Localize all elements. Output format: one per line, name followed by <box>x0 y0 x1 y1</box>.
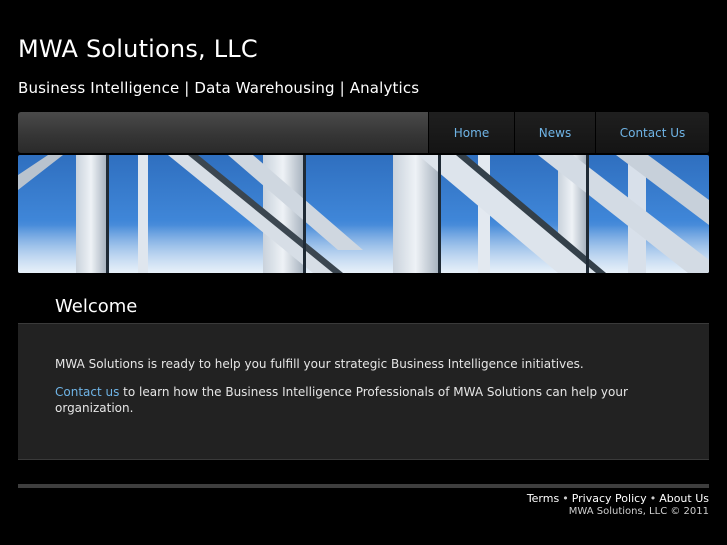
footer-about-us-link[interactable]: About Us <box>659 492 709 505</box>
footer-terms-link[interactable]: Terms <box>527 492 559 505</box>
header-banner-image <box>18 155 709 273</box>
welcome-heading: Welcome <box>55 296 138 317</box>
nav-home-link[interactable]: Home <box>428 112 514 153</box>
contact-paragraph: Contact us to learn how the Business Int… <box>55 384 645 416</box>
nav-contact-us-link[interactable]: Contact Us <box>595 112 709 153</box>
building-facade-image <box>18 155 709 273</box>
contact-us-link[interactable]: Contact us <box>55 385 119 399</box>
footer-separator: • <box>562 492 569 505</box>
footer-separator: • <box>649 492 657 505</box>
footer-privacy-policy-link[interactable]: Privacy Policy <box>572 492 647 505</box>
copyright-text: MWA Solutions, LLC © 2011 <box>568 506 709 517</box>
nav-news-link[interactable]: News <box>514 112 595 153</box>
content-panel: MWA Solutions is ready to help you fulfi… <box>18 323 709 460</box>
site-title: MWA Solutions, LLC <box>18 35 258 63</box>
footer-links: Terms • Privacy Policy • About Us <box>527 492 709 505</box>
main-navigation: Home News Contact Us <box>18 112 709 153</box>
site-tagline: Business Intelligence | Data Warehousing… <box>18 79 420 97</box>
intro-text: MWA Solutions is ready to help you fulfi… <box>55 357 584 371</box>
contact-text: to learn how the Business Intelligence P… <box>55 385 628 415</box>
footer-divider <box>18 484 709 488</box>
nav-menu: Home News Contact Us <box>428 112 709 153</box>
page: MWA Solutions, LLC Business Intelligence… <box>0 0 727 545</box>
